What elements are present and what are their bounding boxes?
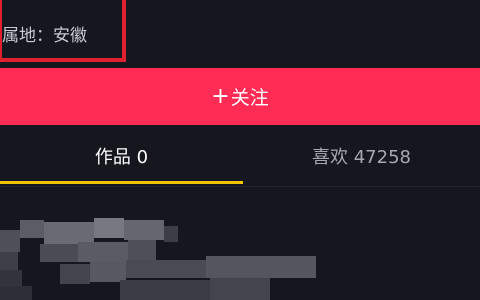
profile-screen: 属地：安徽 + 关注 作品 0 喜欢 47258 (0, 0, 480, 300)
follow-button[interactable]: + 关注 (0, 68, 480, 125)
active-tab-indicator (0, 181, 243, 184)
location-label: 属地：安徽 (2, 26, 87, 46)
tab-likes-label: 喜欢 47258 (312, 147, 411, 168)
follow-label: 关注 (230, 87, 269, 109)
tab-likes[interactable]: 喜欢 47258 (243, 125, 480, 187)
location-highlight-box: 属地：安徽 (0, 0, 126, 62)
content-tabs: 作品 0 喜欢 47258 (0, 125, 480, 187)
plus-icon: + (211, 84, 230, 109)
mosaic-blurred-content (0, 210, 330, 300)
tabs-divider (0, 186, 480, 187)
tab-works-label: 作品 0 (94, 147, 149, 168)
tab-works[interactable]: 作品 0 (0, 125, 243, 187)
